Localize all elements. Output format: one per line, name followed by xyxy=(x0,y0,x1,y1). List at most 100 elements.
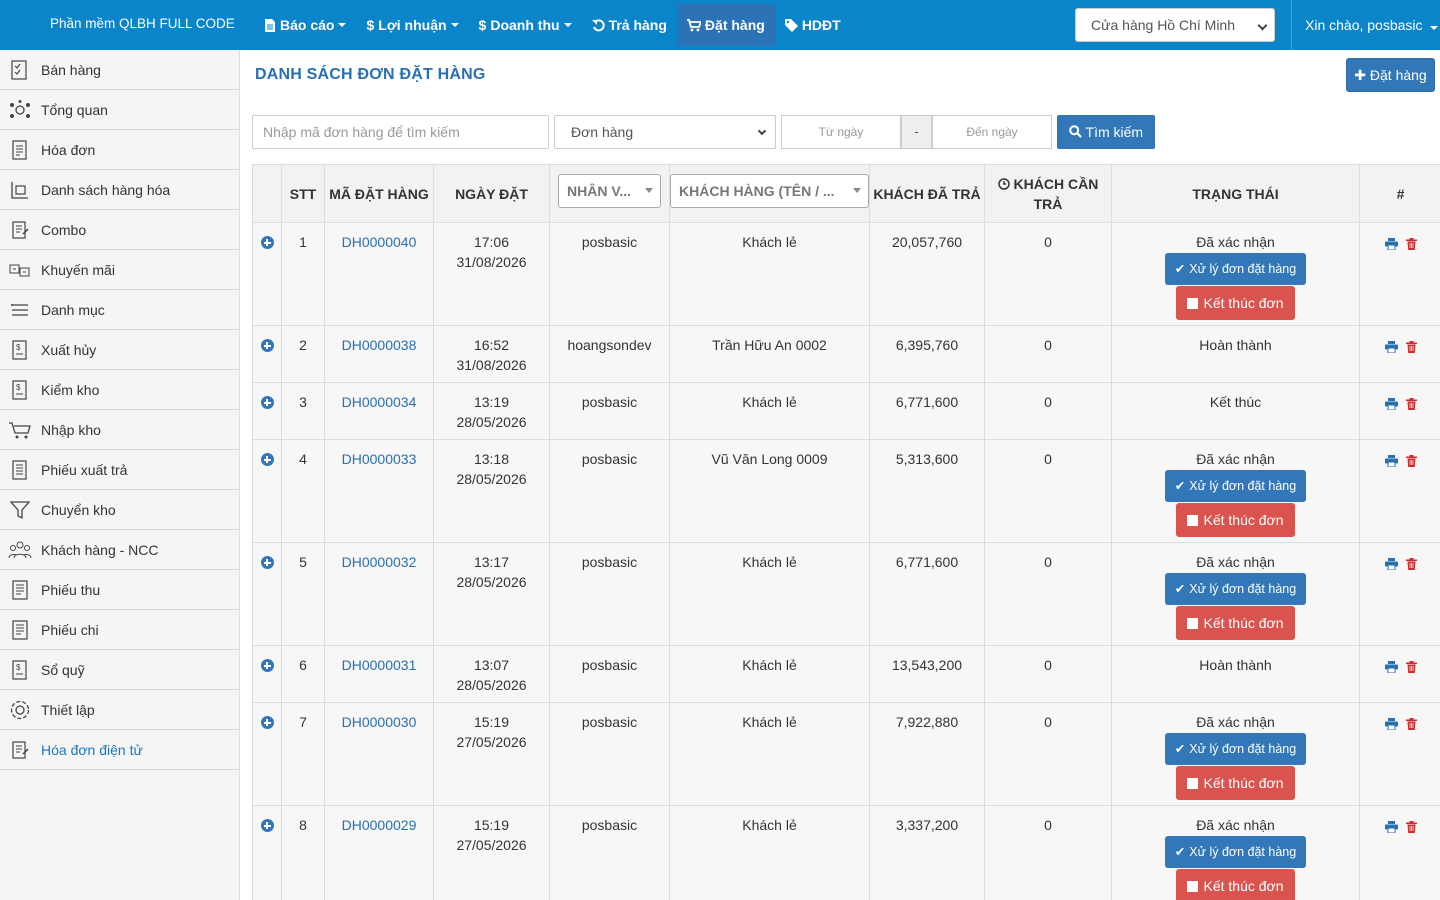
order-code-link[interactable]: DH0000030 xyxy=(342,714,417,730)
order-time: 15:19 xyxy=(473,714,510,730)
order-date-header: NGÀY ĐẶT xyxy=(433,164,550,223)
expand-plus-icon[interactable] xyxy=(260,236,274,249)
actions-cell xyxy=(1359,222,1440,326)
sidebar-item-list[interactable]: Danh mục xyxy=(0,290,239,330)
order-code-link[interactable]: DH0000038 xyxy=(342,337,417,353)
clock-icon xyxy=(997,177,1010,190)
sidebar-item-promotion[interactable]: Khuyến mãi xyxy=(0,250,239,290)
print-icon[interactable] xyxy=(1384,818,1398,838)
brand-name[interactable]: Phần mềm QLBH FULL CODE xyxy=(50,0,235,50)
end-order-label: Kết thúc đơn xyxy=(1203,775,1284,791)
order-code-link[interactable]: DH0000031 xyxy=(342,657,417,673)
order-date: 31/08/2026 xyxy=(456,357,527,373)
expand-column-header xyxy=(252,164,282,223)
search-button[interactable]: Tìm kiếm xyxy=(1057,115,1155,149)
trash-icon[interactable] xyxy=(1405,395,1417,415)
trash-icon[interactable] xyxy=(1405,715,1417,735)
sidebar-item-stock-check[interactable]: $ Kiểm kho xyxy=(0,370,239,410)
order-code-search-input[interactable]: Nhập mã đơn hàng để tìm kiếm xyxy=(252,115,549,149)
nav-orders[interactable]: Đặt hàng xyxy=(676,4,775,46)
caret-down-icon xyxy=(645,188,653,193)
nav-profit[interactable]: $ Lợi nhuận xyxy=(356,0,468,50)
sidebar-item-label: Khách hàng - NCC xyxy=(41,541,159,558)
trash-icon[interactable] xyxy=(1405,338,1417,358)
expand-plus-icon[interactable] xyxy=(260,556,274,569)
actions-header: # xyxy=(1359,164,1440,223)
print-icon[interactable] xyxy=(1384,658,1398,678)
sidebar-item-combo[interactable]: Combo xyxy=(0,210,239,250)
sidebar-item-invoice[interactable]: Hóa đơn xyxy=(0,130,239,170)
sidebar-item-overview[interactable]: Tổng quan xyxy=(0,90,239,130)
svg-text:$: $ xyxy=(16,383,21,392)
trash-icon[interactable] xyxy=(1405,235,1417,255)
date-from-input[interactable]: Từ ngày xyxy=(781,115,901,149)
sidebar-item-e-invoice[interactable]: Hóa đơn điện tử xyxy=(0,730,239,770)
sidebar-item-sales[interactable]: Bán hàng xyxy=(0,50,239,90)
end-order-button[interactable]: Kết thúc đơn xyxy=(1176,286,1295,320)
table-row: 3 DH0000034 13:19 28/05/2026 posbasic Khách l… xyxy=(252,382,1440,440)
nav-einvoice[interactable]: HDĐT xyxy=(775,0,851,50)
navbar-divider xyxy=(1291,0,1292,50)
sidebar-item-dispose[interactable]: $ Xuất hủy xyxy=(0,330,239,370)
process-order-button[interactable]: ✔ Xử lý đơn đặt hàng xyxy=(1165,253,1306,285)
stt-cell: 6 xyxy=(281,645,325,703)
expand-plus-icon[interactable] xyxy=(260,819,274,832)
order-type-select[interactable]: Đơn hàng xyxy=(554,115,776,149)
trash-icon[interactable] xyxy=(1405,818,1417,838)
sidebar-item-payment[interactable]: Phiếu chi xyxy=(0,610,239,650)
end-order-button[interactable]: Kết thúc đơn xyxy=(1176,503,1295,537)
order-code-link[interactable]: DH0000040 xyxy=(342,234,417,250)
main-nav: Báo cáo $ Lợi nhuận $ Doanh thu Trả hàng… xyxy=(254,0,851,50)
user-menu[interactable]: Xin chào, posbasic xyxy=(1305,0,1439,50)
sidebar-item-import[interactable]: Nhập kho xyxy=(0,410,239,450)
order-code-link[interactable]: DH0000034 xyxy=(342,394,417,410)
trash-icon[interactable] xyxy=(1405,555,1417,575)
stt-cell: 5 xyxy=(281,542,325,646)
process-order-button[interactable]: ✔ Xử lý đơn đặt hàng xyxy=(1165,733,1306,765)
sidebar-item-cashbook[interactable]: $ Sổ quỹ xyxy=(0,650,239,690)
sidebar-item-receipt[interactable]: Phiếu thu xyxy=(0,570,239,610)
sidebar-item-settings[interactable]: Thiết lập xyxy=(0,690,239,730)
expand-plus-icon[interactable] xyxy=(260,453,274,466)
print-icon[interactable] xyxy=(1384,715,1398,735)
order-code-link[interactable]: DH0000032 xyxy=(342,554,417,570)
date-to-input[interactable]: Đến ngày xyxy=(932,115,1052,149)
add-order-button[interactable]: ✚ Đặt hàng xyxy=(1346,58,1435,92)
nav-returns[interactable]: Trả hàng xyxy=(582,0,677,50)
expand-plus-icon[interactable] xyxy=(260,659,274,672)
order-code-link[interactable]: DH0000029 xyxy=(342,817,417,833)
order-code-link[interactable]: DH0000033 xyxy=(342,451,417,467)
stock-check-icon: $ xyxy=(8,378,32,402)
end-order-button[interactable]: Kết thúc đơn xyxy=(1176,606,1295,640)
nav-revenue[interactable]: $ Doanh thu xyxy=(469,0,582,50)
sidebar-item-products[interactable]: Danh sách hàng hóa xyxy=(0,170,239,210)
print-icon[interactable] xyxy=(1384,452,1398,472)
nav-reports[interactable]: Báo cáo xyxy=(254,0,356,50)
process-order-button[interactable]: ✔ Xử lý đơn đặt hàng xyxy=(1165,573,1306,605)
end-order-button[interactable]: Kết thúc đơn xyxy=(1176,869,1295,900)
expand-plus-icon[interactable] xyxy=(260,339,274,352)
actions-cell xyxy=(1359,325,1440,383)
trash-icon[interactable] xyxy=(1405,452,1417,472)
process-order-label: Xử lý đơn đặt hàng xyxy=(1189,582,1297,596)
print-icon[interactable] xyxy=(1384,235,1398,255)
process-order-button[interactable]: ✔ Xử lý đơn đặt hàng xyxy=(1165,836,1306,868)
staff-filter-select[interactable]: NHÂN V... xyxy=(558,174,661,208)
sidebar-item-transfer[interactable]: Chuyển kho xyxy=(0,490,239,530)
end-order-button[interactable]: Kết thúc đơn xyxy=(1176,766,1295,800)
expand-plus-icon[interactable] xyxy=(260,716,274,729)
expand-plus-icon[interactable] xyxy=(260,396,274,409)
sidebar-item-customers[interactable]: Khách hàng - NCC xyxy=(0,530,239,570)
print-icon[interactable] xyxy=(1384,338,1398,358)
settings-icon xyxy=(8,698,32,722)
print-icon[interactable] xyxy=(1384,395,1398,415)
print-icon[interactable] xyxy=(1384,555,1398,575)
store-select[interactable]: Cửa hàng Hồ Chí Minh xyxy=(1075,8,1275,42)
trash-icon[interactable] xyxy=(1405,658,1417,678)
transfer-icon xyxy=(8,498,32,522)
paid-cell: 13,543,200 xyxy=(869,645,985,703)
customer-filter-select[interactable]: KHÁCH HÀNG (TÊN / ... xyxy=(670,174,869,208)
process-order-button[interactable]: ✔ Xử lý đơn đặt hàng xyxy=(1165,470,1306,502)
order-date: 27/05/2026 xyxy=(456,734,527,750)
sidebar-item-return-slip[interactable]: Phiếu xuất trả xyxy=(0,450,239,490)
